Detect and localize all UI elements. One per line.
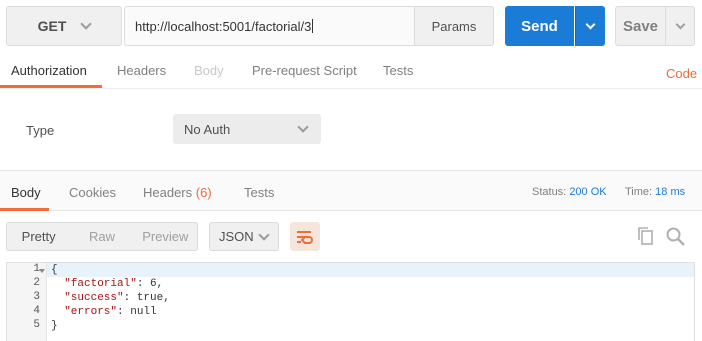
code-line: } [51,320,58,332]
view-mode-group: Pretty Raw Preview [6,222,198,251]
response-tab-tests[interactable]: Tests [244,185,274,200]
url-input[interactable]: http://localhost:5001/factorial/3 [124,6,414,46]
response-body-editor[interactable]: 1 2 3 4 5 { "factorial": 6, "success": t… [6,262,695,341]
tab-tests[interactable]: Tests [383,63,413,78]
response-time: Time: 18 ms [625,186,685,198]
line-number: 2 [33,277,40,289]
response-tab-headers[interactable]: Headers (6) [143,185,212,200]
send-options-button[interactable] [575,6,605,46]
method-select[interactable]: GET [6,6,122,46]
tab-body[interactable]: Body [194,63,224,78]
time-value: 18 ms [655,186,686,198]
chevron-down-icon [585,19,596,29]
code-link[interactable]: Code [666,66,697,81]
headers-tab-label: Headers [143,185,193,200]
line-number-gutter: 1 2 3 4 5 [7,263,47,341]
send-button[interactable]: Send [505,6,574,46]
divider [0,88,702,89]
auth-type-select[interactable]: No Auth [173,114,321,144]
format-select[interactable]: JSON [209,222,279,251]
fold-toggle-icon[interactable] [39,269,45,273]
code-line: "success": true, [64,292,170,304]
auth-type-label: Type [26,123,55,138]
active-response-tab-indicator [0,208,49,211]
tab-pre-request-script[interactable]: Pre-request Script [252,63,357,78]
view-raw-button[interactable]: Raw [70,229,133,244]
format-value: JSON [219,229,254,244]
line-number: 4 [33,305,40,317]
wrap-lines-icon [297,230,313,244]
tab-authorization[interactable]: Authorization [11,63,87,78]
active-line-highlight [47,263,694,277]
status-value: 200 OK [569,186,607,198]
url-text: http://localhost:5001/factorial/3 [135,18,312,34]
copy-icon[interactable] [637,227,655,248]
chevron-down-icon [258,228,270,241]
chevron-down-icon [297,121,309,133]
line-number: 5 [33,319,40,331]
auth-type-value: No Auth [184,121,231,137]
chevron-down-icon [80,18,93,30]
postman-window: GET http://localhost:5001/factorial/3 Pa… [0,0,702,341]
chevron-down-icon [675,19,685,29]
line-number: 3 [33,291,40,303]
view-pretty-button[interactable]: Pretty [7,229,70,244]
response-tab-body[interactable]: Body [11,185,41,200]
status-label: Status: [532,186,567,198]
view-preview-button[interactable]: Preview [134,229,197,244]
tab-headers[interactable]: Headers [117,63,166,78]
code-line: "errors": null [64,306,157,318]
response-status: Status: 200 OK [532,186,607,198]
params-button[interactable]: Params [414,6,494,46]
response-tab-cookies[interactable]: Cookies [69,185,116,200]
text-cursor [312,19,314,33]
wrap-lines-button[interactable] [290,222,320,251]
method-label: GET [37,18,67,34]
time-label: Time: [625,186,653,198]
code-line: { [51,264,58,276]
code-line: "factorial": 6, [64,278,164,290]
search-icon[interactable] [666,227,685,249]
save-button[interactable]: Save [615,6,665,46]
headers-count-badge: (6) [195,185,212,200]
save-options-button[interactable] [665,6,695,46]
